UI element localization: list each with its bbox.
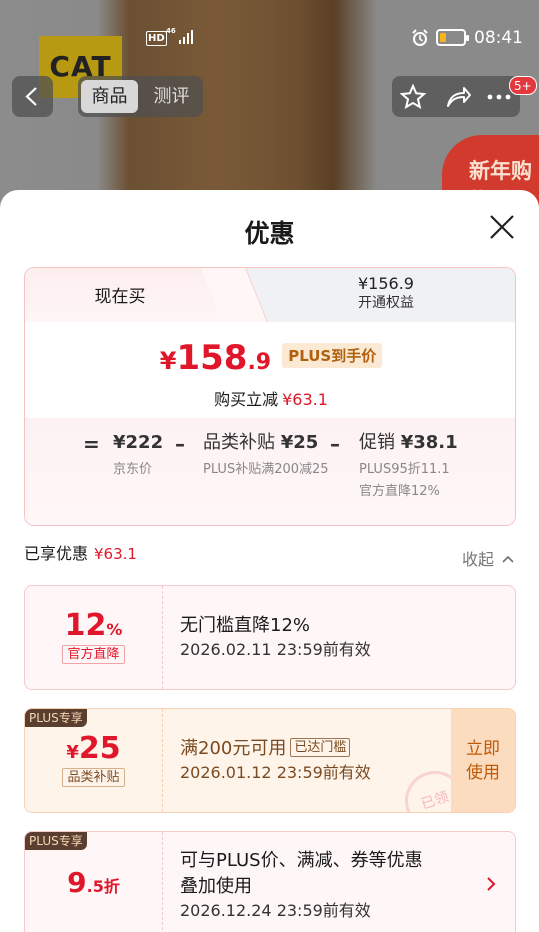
coupon-official-discount[interactable]: 12% 官方直降 无门槛直降12% 2026.02.11 23:59前有效 <box>24 585 516 690</box>
coupon-big-value: 25 <box>78 731 121 766</box>
signal-icon <box>179 30 193 44</box>
save-line: 购买立减 ¥63.1 <box>25 386 515 410</box>
alarm-icon <box>412 29 428 46</box>
plus-sub-label: 开通权益 <box>358 295 414 311</box>
category-subsidy-value: ¥25 <box>280 432 319 453</box>
coupon-unit: % <box>106 620 123 639</box>
use-now-label: 立即使用 <box>466 739 500 783</box>
list-price-value: ¥222 <box>113 432 164 453</box>
collapse-button[interactable]: 收起 <box>462 546 515 570</box>
list-price-desc: 京东价 <box>113 462 153 477</box>
minus-sign: – <box>330 432 340 456</box>
enjoyed-label: 已享优惠 <box>24 544 89 563</box>
minus-sign: – <box>175 432 185 456</box>
breakdown-promotion: 促销 ¥38.1 PLUS95折11.1 官方直降12% <box>359 430 458 502</box>
coupon-expiry: 2026.02.11 23:59前有效 <box>180 640 371 659</box>
price-tab-bar: ¥156.9 开通权益 现在买 <box>25 268 515 322</box>
price-decimal: .9 <box>247 350 272 375</box>
coupon-info: 满200元可用 已达门槛 2026.01.12 23:59前有效 <box>180 736 371 784</box>
nav-actions <box>392 76 520 117</box>
enjoyed-amount: ¥63.1 <box>94 545 137 563</box>
coupon-info: 可与PLUS价、满减、券等优惠 叠加使用 2026.12.24 23:59前有效 <box>180 848 423 922</box>
share-icon[interactable] <box>443 82 473 112</box>
final-price-block: ¥158.9 PLUS到手价 购买立减 ¥63.1 <box>25 322 515 418</box>
promotion-value: ¥38.1 <box>400 432 458 453</box>
tab-plus-price[interactable]: ¥156.9 开通权益 <box>255 274 515 312</box>
price-integer: 158 <box>176 338 248 378</box>
coupon-title: 满200元可用 <box>180 738 287 759</box>
coupon-category-subsidy[interactable]: PLUS专享 ¥25 品类补贴 满200元可用 已达门槛 2026.01.12 2… <box>24 708 516 813</box>
plus-price-tag: PLUS到手价 <box>282 343 383 368</box>
coupon-info: 无门槛直降12% 2026.02.11 23:59前有效 <box>180 613 371 661</box>
promotion-label: 促销 <box>359 432 401 453</box>
save-amount: ¥63.1 <box>282 390 328 409</box>
sheet-title: 优惠 <box>244 219 295 248</box>
tab-review[interactable]: 测评 <box>143 80 200 113</box>
category-subsidy-label: 品类补贴 <box>203 432 281 453</box>
coupon-expiry: 2026.01.12 23:59前有效 <box>180 763 371 782</box>
hd-indicator: HD <box>146 31 167 46</box>
coupon-unit: .5折 <box>86 877 120 896</box>
coupon-title-line-1: 可与PLUS价、满减、券等优惠 <box>180 850 423 871</box>
back-chevron-icon <box>25 87 37 106</box>
promotion-desc-2: 官方直降12% <box>359 484 440 499</box>
threshold-tag: 已达门槛 <box>290 738 351 757</box>
coupon-title-line-2: 叠加使用 <box>180 876 252 897</box>
breakdown-list-price: ¥222 京东价 <box>113 430 163 480</box>
breakdown-category-subsidy: 品类补贴 ¥25 PLUS补贴满200减25 <box>203 430 333 480</box>
use-now-button[interactable]: 立即使用 <box>451 709 515 812</box>
coupon-expiry: 2026.12.24 23:59前有效 <box>180 901 371 920</box>
plus-price: ¥156.9 <box>358 274 414 293</box>
price-card: ¥156.9 开通权益 现在买 ¥158.9 PLUS到手价 购买立减 ¥63.1… <box>24 267 516 526</box>
coupon-value: ¥25 品类补贴 <box>25 709 163 812</box>
discount-sheet: 优惠 ¥156.9 开通权益 现在买 ¥158.9 PLUS到手价 购买立减 ¥6… <box>0 190 539 932</box>
back-button[interactable] <box>12 76 53 117</box>
close-icon[interactable] <box>487 212 517 242</box>
price-currency: ¥ <box>159 347 177 375</box>
star-icon[interactable] <box>398 82 428 112</box>
coupon-value: 12% 官方直降 <box>25 586 163 689</box>
promotion-desc-1: PLUS95折11.1 <box>359 462 450 477</box>
notification-badge: 5+ <box>509 76 537 95</box>
coupon-label: 官方直降 <box>62 645 125 664</box>
coupon-title: 无门槛直降12% <box>180 615 311 636</box>
enjoyed-discount: 已享优惠 ¥63.1 <box>24 540 137 564</box>
category-subsidy-desc: PLUS补贴满200减25 <box>203 462 329 477</box>
chevron-right-icon[interactable] <box>485 876 497 892</box>
coupon-big-value: 12 <box>64 608 107 643</box>
nav-tabs: 商品 测评 <box>78 76 203 117</box>
coupon-label: 品类补贴 <box>62 768 125 787</box>
battery-icon <box>436 29 469 46</box>
coupon-big-value: 9 <box>67 866 87 899</box>
tab-buy-now-label: 现在买 <box>94 287 146 307</box>
coupon-title-row: 满200元可用 已达门槛 <box>180 736 371 762</box>
coupon-plus-95[interactable]: PLUS专享 9.5折 可与PLUS价、满减、券等优惠 叠加使用 2026.12… <box>24 831 516 932</box>
tab-buy-now[interactable]: 现在买 <box>25 268 235 322</box>
save-label: 购买立减 <box>214 390 279 409</box>
network-type: 46 <box>166 27 176 35</box>
coupon-value: 9.5折 <box>25 832 163 932</box>
status-bar: HD 46 08:41 <box>0 24 539 54</box>
equals-sign: = <box>83 432 100 456</box>
coupon-currency: ¥ <box>66 742 79 763</box>
clock: 08:41 <box>474 28 523 48</box>
price-breakdown: = ¥222 京东价 – 品类补贴 ¥25 PLUS补贴满200减25 – 促销… <box>25 418 515 525</box>
collapse-label: 收起 <box>462 550 495 569</box>
tab-product[interactable]: 商品 <box>81 80 138 113</box>
final-price: ¥158.9 PLUS到手价 <box>25 338 515 378</box>
chevron-up-icon <box>502 555 514 563</box>
